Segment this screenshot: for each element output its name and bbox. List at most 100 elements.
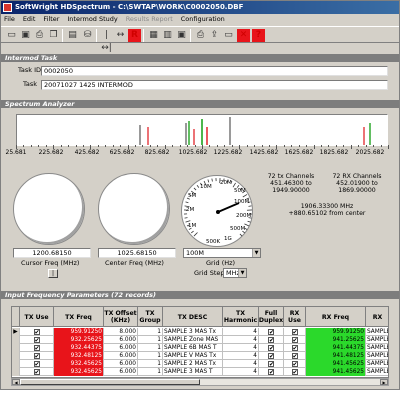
folder-icon[interactable]: ▭ (5, 29, 18, 42)
rx-freq-cell[interactable]: 959.91250 (306, 328, 366, 336)
rx-use-checkbox[interactable]: ✔ (284, 328, 306, 336)
tx-use-checkbox[interactable]: ✔ (20, 360, 54, 368)
tx-freq-cell[interactable]: 959.91250 (54, 328, 104, 336)
rx-freq-cell[interactable]: 941.44375 (306, 344, 366, 352)
menu-file[interactable]: File (1, 14, 18, 25)
checkbox[interactable]: ✔ (291, 360, 298, 367)
grid-step-select[interactable]: MHz ▼ (223, 268, 247, 278)
tx-desc-cell[interactable]: SAMPLE Zone MAS (163, 336, 223, 344)
copy-icon[interactable]: ❐ (47, 29, 60, 42)
full-duplex-checkbox[interactable]: ✔ (259, 336, 284, 344)
center-freq-field[interactable]: 1025.68150 (98, 248, 176, 258)
rx-use-checkbox[interactable]: ✔ (284, 344, 306, 352)
tx-freq-cell[interactable]: 932.44375 (54, 344, 104, 352)
print-icon[interactable]: ⎙ (33, 29, 46, 42)
rx-cell[interactable]: SAMPLE (366, 336, 388, 344)
full-duplex-checkbox[interactable]: ✔ (259, 352, 284, 360)
col-full-duplex[interactable]: Full Duplex (259, 307, 284, 327)
checkbox[interactable]: ✔ (33, 336, 40, 343)
cursor-freq-field[interactable]: 1200.68150 (13, 248, 91, 258)
rx-use-checkbox[interactable]: ✔ (284, 368, 306, 376)
col-tx-offset[interactable]: TX Offset (KHz) (104, 307, 138, 327)
tx-group-cell[interactable]: 1 (138, 360, 163, 368)
tx-offset-cell[interactable]: 6.000 (104, 336, 138, 344)
tx-desc-cell[interactable]: SAMPLE V MAS Tx (163, 352, 223, 360)
rx-use-checkbox[interactable]: ✔ (284, 360, 306, 368)
chevron-down-icon[interactable]: ▼ (252, 249, 260, 257)
rx-freq-cell[interactable]: 941.45625 (306, 360, 366, 368)
col-tx-desc[interactable]: TX DESC (163, 307, 223, 327)
col-rx[interactable]: RX (366, 307, 388, 327)
col-tx-harmonic[interactable]: TX Harmonic (223, 307, 259, 327)
full-duplex-checkbox[interactable]: ✔ (259, 328, 284, 336)
chevron-down-icon[interactable]: ▼ (238, 269, 246, 277)
center-freq-knob[interactable] (98, 173, 170, 245)
tx-harmonic-cell[interactable]: 4 (223, 360, 259, 368)
fit-width-icon[interactable]: |↔| (100, 29, 113, 53)
table-row[interactable]: ▶ ✔ 959.91250 8.000 1 SAMPLE 3 MAS Tx 4 ✔ ✔ 959.9… (12, 328, 388, 336)
menu-intermod-study[interactable]: Intermod Study (64, 14, 120, 25)
scroll-left-icon[interactable]: ◀ (12, 379, 20, 385)
tx-freq-cell[interactable]: 932.25625 (54, 336, 104, 344)
scroll-right-icon[interactable]: ▶ (380, 379, 388, 385)
book-icon[interactable]: ▤ (66, 29, 79, 42)
full-duplex-checkbox[interactable]: ✔ (259, 368, 284, 376)
checkbox[interactable]: ✔ (33, 360, 40, 367)
full-duplex-checkbox[interactable]: ✔ (259, 344, 284, 352)
printer2-icon[interactable]: ⎙ (194, 29, 207, 42)
rx-cell[interactable]: SAMPLE (366, 360, 388, 368)
checkbox[interactable]: ✔ (268, 336, 274, 343)
task-field[interactable]: 20071027 1425 INTERMOD (41, 80, 388, 90)
cursor-freq-knob[interactable] (13, 173, 85, 245)
table-row[interactable]: ✔ 932.45625 6.000 1 SAMPLE 3 MAS T 4 ✔ ✔ 941.456… (12, 368, 388, 376)
help-icon[interactable]: ? (252, 29, 265, 42)
rx-cell[interactable]: SAMPLE (366, 352, 388, 360)
table-row[interactable]: ✔ 932.44375 6.000 1 SAMPLE 6B MAS T 4 ✔ ✔ 941.44… (12, 344, 388, 352)
export2-icon[interactable]: ▭ (222, 29, 235, 42)
checkbox[interactable]: ✔ (268, 352, 274, 359)
table-row[interactable]: ✔ 932.48125 6.000 1 SAMPLE V MAS Tx 4 ✔ ✔ 941.48… (12, 352, 388, 360)
full-duplex-checkbox[interactable]: ✔ (259, 360, 284, 368)
tx-offset-cell[interactable]: 6.000 (104, 368, 138, 376)
export-icon[interactable]: ⇪ (208, 29, 221, 42)
tx-group-cell[interactable]: 1 (138, 368, 163, 376)
horizontal-scrollbar[interactable]: ◀ ▶ (11, 378, 389, 386)
tx-harmonic-cell[interactable]: 4 (223, 328, 259, 336)
tx-use-checkbox[interactable]: ✔ (20, 352, 54, 360)
tx-harmonic-cell[interactable]: 4 (223, 344, 259, 352)
tx-desc-cell[interactable]: SAMPLE 3 MAS Tx (163, 328, 223, 336)
tx-freq-cell[interactable]: 932.45625 (54, 360, 104, 368)
rx-cell[interactable]: SAMPLE (366, 344, 388, 352)
rx-cell[interactable]: SAMPLE (366, 328, 388, 336)
reset-r-icon[interactable]: R (128, 29, 141, 42)
grid-select[interactable]: 100M ▼ (183, 248, 261, 258)
tx-harmonic-cell[interactable]: 4 (223, 336, 259, 344)
menu-edit[interactable]: Edit (20, 14, 39, 25)
save-icon[interactable]: ▣ (19, 29, 32, 42)
checkbox[interactable]: ✔ (268, 328, 274, 335)
tx-harmonic-cell[interactable]: 4 (223, 352, 259, 360)
checkbox[interactable]: ✔ (291, 368, 298, 375)
col-tx-freq[interactable]: TX Freq (54, 307, 104, 327)
tx-group-cell[interactable]: 1 (138, 352, 163, 360)
checkbox[interactable]: ✔ (291, 352, 298, 359)
col-tx-group[interactable]: TX Group (138, 307, 163, 327)
task-id-field[interactable]: 0002050 (41, 66, 388, 76)
checkbox[interactable]: ✔ (268, 360, 274, 367)
rx-freq-cell[interactable]: 941.48125 (306, 352, 366, 360)
scroll-thumb[interactable] (20, 379, 200, 385)
tx-freq-cell[interactable]: 932.45625 (54, 368, 104, 376)
tx-desc-cell[interactable]: SAMPLE 6B MAS T (163, 344, 223, 352)
tx-use-checkbox[interactable]: ✔ (20, 328, 54, 336)
rx-freq-cell[interactable]: 941.25625 (306, 336, 366, 344)
menu-filter[interactable]: Filter (40, 14, 62, 25)
tx-use-checkbox[interactable]: ✔ (20, 344, 54, 352)
checkbox[interactable]: ✔ (33, 344, 40, 351)
rx-cell[interactable]: SAMPLE (366, 368, 388, 376)
tx-group-cell[interactable]: 1 (138, 344, 163, 352)
rx-freq-cell[interactable]: 941.45625 (306, 368, 366, 376)
tx-group-cell[interactable]: 1 (138, 328, 163, 336)
tx-offset-cell[interactable]: 6.000 (104, 360, 138, 368)
tx-freq-cell[interactable]: 932.48125 (54, 352, 104, 360)
tx-desc-cell[interactable]: SAMPLE 3 MAS T (163, 368, 223, 376)
